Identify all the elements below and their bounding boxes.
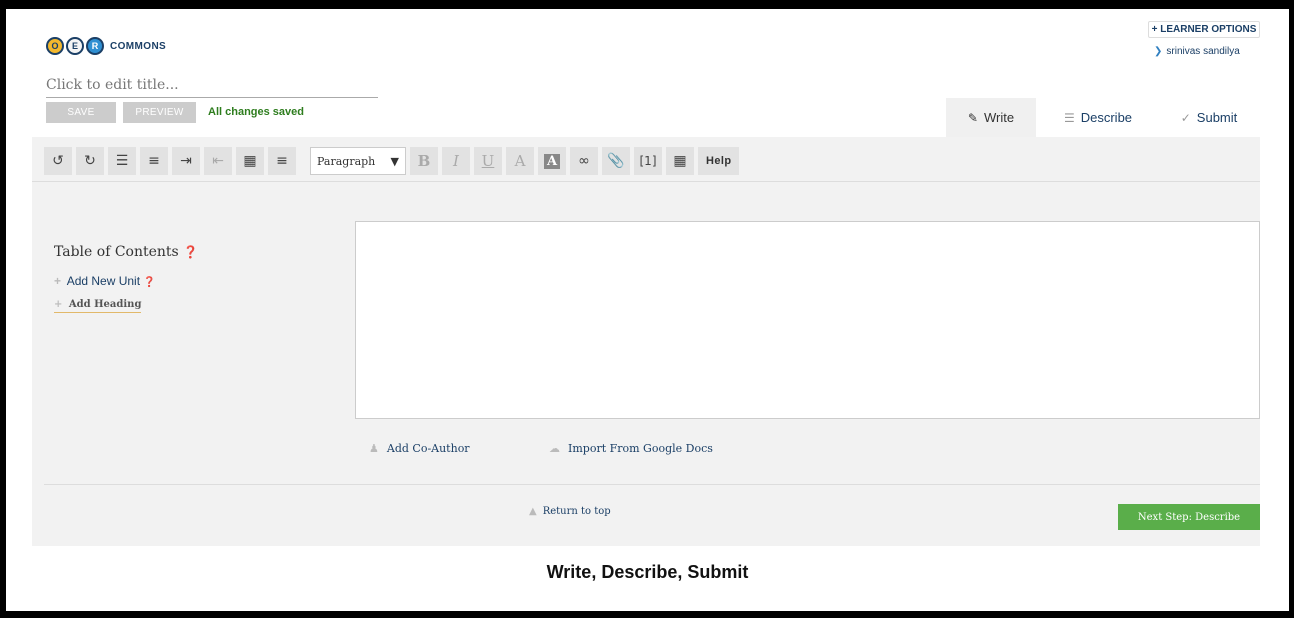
link-icon[interactable]: ∞ — [570, 147, 598, 175]
numbered-list-icon[interactable]: ≡ — [140, 147, 168, 175]
align-icon[interactable]: ≡ — [268, 147, 296, 175]
paragraph-select-value: Paragraph — [317, 154, 376, 168]
question-icon[interactable]: ❓ — [143, 277, 155, 288]
help-button[interactable]: Help — [698, 147, 740, 175]
check-icon: ✓ — [1180, 110, 1191, 125]
table-icon[interactable]: ▦ — [236, 147, 264, 175]
background-color-label: A — [543, 153, 561, 169]
logo-letter-e: E — [66, 37, 84, 55]
user-menu[interactable]: ❯ srinivas sandilya — [1154, 46, 1240, 57]
logo-letter-r: R — [86, 37, 104, 55]
add-coauthor-label: Add Co-Author — [386, 442, 470, 455]
tab-submit-label: Submit — [1196, 110, 1238, 125]
redo-button[interactable]: ↻ — [76, 147, 104, 175]
preview-button[interactable]: PREVIEW — [123, 102, 196, 123]
plus-icon: + — [54, 299, 63, 310]
underline-button[interactable]: U — [474, 147, 502, 175]
add-new-unit-label: Add New Unit — [66, 274, 141, 288]
editor-panel: ↺ ↻ ☰ ≡ ⇥ ⇤ ▦ ≡ Paragraph ▼ B I U A A ∞ … — [32, 137, 1260, 546]
chevron-down-icon: ❯ — [1154, 46, 1163, 57]
toolbar-divider — [32, 181, 1260, 182]
logo-letter-o: O — [46, 37, 64, 55]
caret-down-icon: ▼ — [390, 154, 399, 168]
footnote-button[interactable]: [1] — [634, 147, 662, 175]
outdent-icon[interactable]: ⇤ — [204, 147, 232, 175]
toc-title-label: Table of Contents — [54, 244, 179, 260]
tab-describe-label: Describe — [1080, 110, 1133, 125]
add-coauthor-link[interactable]: ♟ Add Co-Author — [369, 442, 470, 455]
question-icon[interactable]: ❓ — [183, 245, 198, 259]
return-to-top-link[interactable]: ▲ Return to top — [529, 506, 611, 517]
tab-write[interactable]: ✎ Write — [946, 98, 1036, 137]
toc-title: Table of Contents ❓ — [54, 244, 198, 260]
oer-commons-logo[interactable]: O E R COMMONS — [46, 36, 166, 56]
add-heading-link[interactable]: + Add Heading — [54, 299, 142, 313]
calculator-icon[interactable]: ▦ — [666, 147, 694, 175]
bullet-list-icon[interactable]: ☰ — [108, 147, 136, 175]
undo-button[interactable]: ↺ — [44, 147, 72, 175]
background-color-button[interactable]: A — [538, 147, 566, 175]
user-icon: ♟ — [369, 442, 379, 455]
plus-icon: + — [54, 274, 62, 288]
chevron-up-circle-icon: ▲ — [529, 506, 537, 517]
font-color-button[interactable]: A — [506, 147, 534, 175]
pencil-icon: ✎ — [967, 110, 978, 125]
next-step-button[interactable]: Next Step: Describe — [1118, 504, 1260, 530]
caption: Write, Describe, Submit — [546, 562, 749, 582]
cloud-icon: ☁ — [549, 442, 560, 455]
user-name: srinivas sandilya — [1166, 46, 1240, 57]
bottom-divider — [44, 484, 1260, 485]
save-status: All changes saved — [208, 106, 304, 118]
indent-icon[interactable]: ⇥ — [172, 147, 200, 175]
title-field[interactable]: Click to edit title... — [46, 77, 378, 98]
content-editor[interactable] — [355, 221, 1260, 419]
tab-write-label: Write — [983, 110, 1015, 125]
bold-button[interactable]: B — [410, 147, 438, 175]
import-google-docs-label: Import From Google Docs — [568, 442, 713, 455]
attachment-icon[interactable]: 📎 — [602, 147, 630, 175]
italic-button[interactable]: I — [442, 147, 470, 175]
add-new-unit-link[interactable]: + Add New Unit ❓ — [54, 274, 156, 288]
tab-submit[interactable]: ✓ Submit — [1158, 98, 1260, 137]
paragraph-select[interactable]: Paragraph ▼ — [310, 147, 406, 175]
editor-toolbar: ↺ ↻ ☰ ≡ ⇥ ⇤ ▦ ≡ Paragraph ▼ B I U A A ∞ … — [44, 146, 740, 176]
tab-describe[interactable]: ☰ Describe — [1040, 98, 1156, 137]
screenshot-frame: O E R COMMONS + LEARNER OPTIONS ❯ sriniv… — [6, 9, 1289, 611]
import-google-docs-link[interactable]: ☁ Import From Google Docs — [549, 442, 713, 455]
return-to-top-label: Return to top — [542, 506, 611, 517]
logo-text: COMMONS — [110, 40, 167, 52]
add-heading-label: Add Heading — [68, 299, 142, 310]
save-button[interactable]: SAVE — [46, 102, 116, 123]
learner-options-button[interactable]: + LEARNER OPTIONS — [1148, 21, 1260, 38]
list-icon: ☰ — [1063, 110, 1075, 125]
